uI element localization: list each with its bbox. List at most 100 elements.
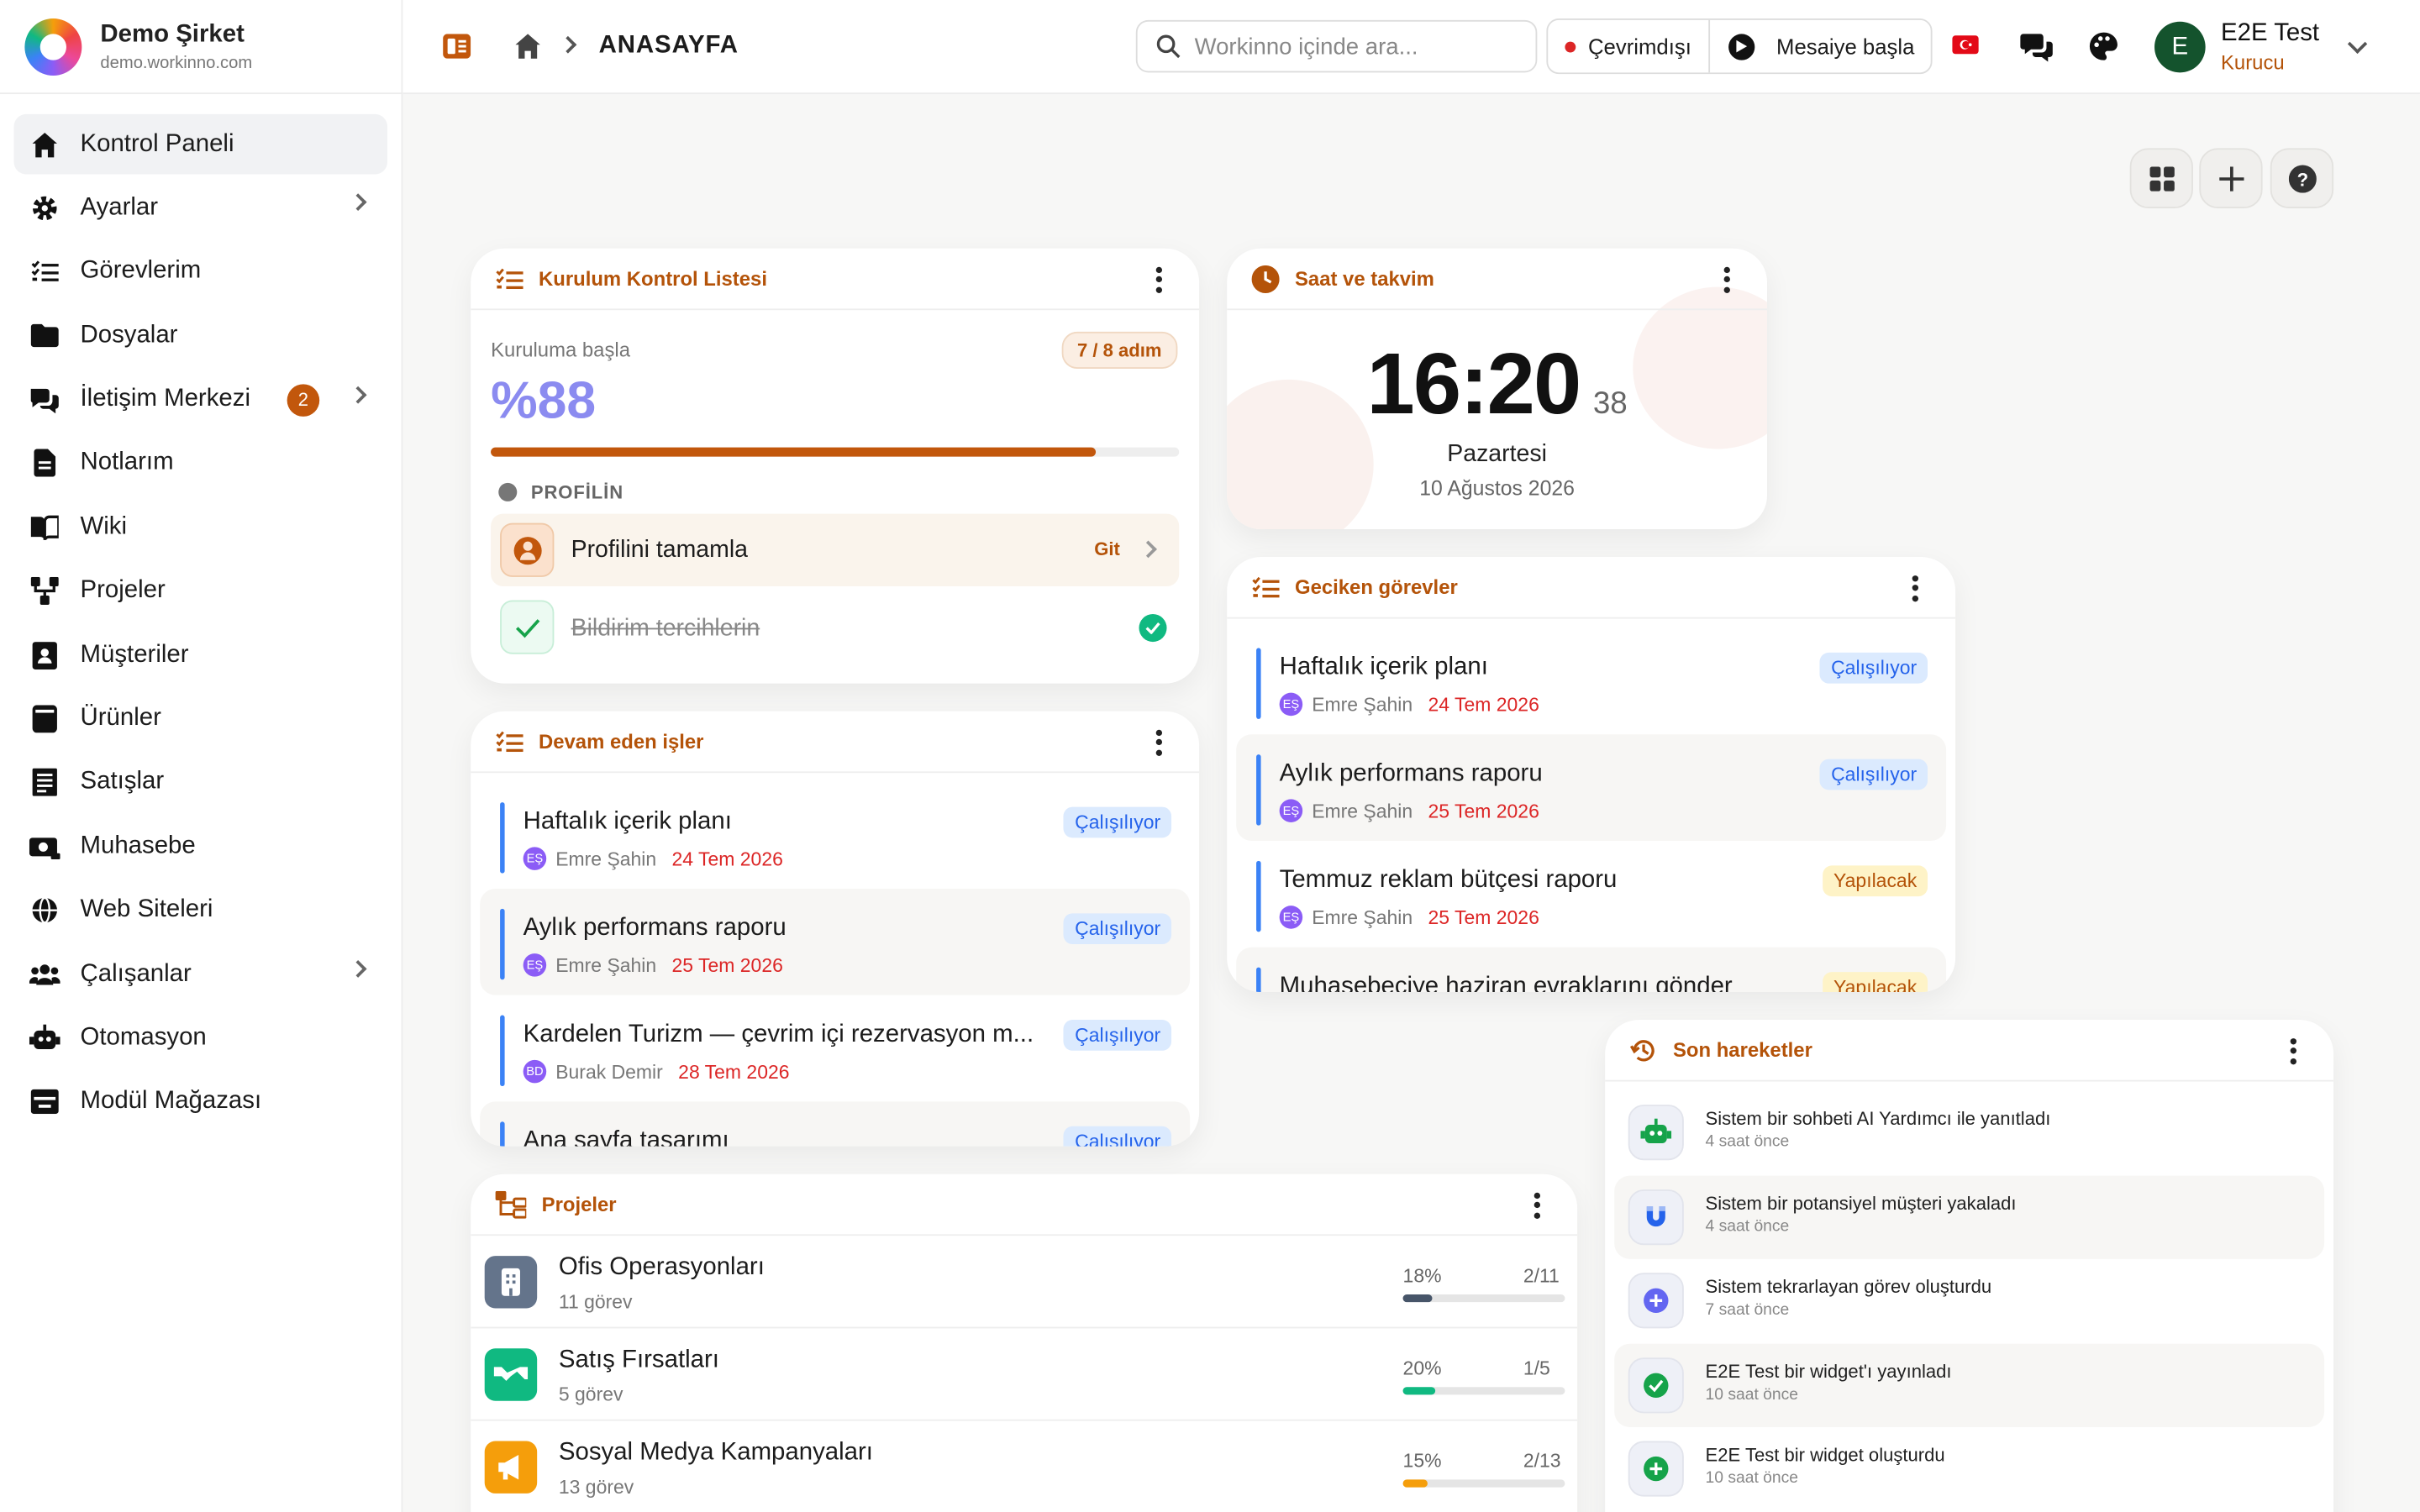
- sidebar-item-label: Web Siteleri: [80, 896, 213, 923]
- sidebar-item-otomasyon[interactable]: Otomasyon: [14, 1008, 387, 1068]
- due-date: 25 Tem 2026: [1428, 906, 1539, 928]
- company-logo: [24, 18, 82, 76]
- palette-icon[interactable]: [2088, 31, 2119, 70]
- note-icon: [29, 448, 60, 479]
- play-icon: [1728, 33, 1755, 60]
- activity-item[interactable]: Sistem bir sohbeti AI Yardımcı ile yanıt…: [1614, 1091, 2324, 1175]
- date-text: 10 Ağustos 2026: [1419, 476, 1575, 501]
- go-link[interactable]: Git: [1094, 538, 1120, 560]
- task-indicator: [500, 908, 505, 980]
- status-group: Çevrimdışı Mesaiye başla: [1546, 18, 1933, 75]
- time-display: 16:20 38: [1227, 333, 1767, 433]
- activity-item[interactable]: Sistem bir potansiyel müşteri yakaladı 4 …: [1614, 1174, 2325, 1259]
- help-button[interactable]: ?: [2270, 148, 2334, 208]
- sidebar-item-wiki[interactable]: Wiki: [14, 497, 387, 558]
- sidebar-item-label: Wiki: [80, 513, 128, 540]
- more-vertical-icon[interactable]: [1723, 266, 1730, 297]
- sidebar-item-görevlerim[interactable]: Görevlerim: [14, 242, 387, 302]
- sidebar-item-web-siteleri[interactable]: Web Siteleri: [14, 880, 387, 941]
- checklist-icon: [496, 267, 523, 290]
- sidebar-item-kontrol-paneli[interactable]: Kontrol Paneli: [13, 113, 388, 175]
- sidebar-item-çalışanlar[interactable]: Çalışanlar: [14, 944, 387, 1005]
- sidebar-item-ürünler[interactable]: Ürünler: [14, 689, 387, 749]
- sidebar-item-satışlar[interactable]: Satışlar: [14, 753, 387, 813]
- activity-time: 10 saat önce: [1705, 1384, 1799, 1404]
- task-row[interactable]: Aylık performans raporu Çalışılıyor EŞ Emre…: [480, 888, 1191, 995]
- status-badge: Yapılacak: [1823, 972, 1928, 992]
- task-meta: EŞ Emre Şahin 25 Tem 2026: [1279, 799, 1539, 822]
- activity-item[interactable]: Sistem tekrarlayan görev oluşturdu 7 saat…: [1614, 1259, 2324, 1343]
- avatar: E: [2154, 21, 2206, 73]
- sidebar-item-muhasebe[interactable]: Muhasebe: [14, 816, 387, 877]
- task-row[interactable]: Kardelen Turizm — çevrim içi rezervasyon…: [480, 995, 1190, 1102]
- task-indicator: [1256, 860, 1261, 932]
- svg-text:?: ?: [2296, 168, 2307, 189]
- task-row[interactable]: Temmuz reklam bütçesi raporu Yapılacak EŞ E…: [1236, 841, 1946, 948]
- sidebar-item-müşteriler[interactable]: Müşteriler: [14, 625, 387, 685]
- due-date: 24 Tem 2026: [1428, 693, 1539, 716]
- add-widget-button[interactable]: [2199, 148, 2263, 208]
- sidebar-item-projeler[interactable]: Projeler: [14, 561, 387, 622]
- project-row[interactable]: Satış Fırsatları 5 görev 20% 1/5: [471, 1328, 1578, 1421]
- setup-checklist-card: Kurulum Kontrol Listesi Kuruluma başla 7…: [471, 248, 1200, 684]
- project-fraction: 1/5: [1523, 1357, 1550, 1380]
- sidebar-toggle-icon[interactable]: [443, 34, 471, 66]
- task-meta: EŞ Emre Şahin 25 Tem 2026: [523, 953, 783, 977]
- more-vertical-icon[interactable]: [1912, 575, 1919, 605]
- setup-start-label: Kuruluma başla: [491, 338, 630, 361]
- brand[interactable]: Demo Şirket demo.workinno.com: [0, 0, 402, 95]
- setup-percent: %88: [491, 371, 597, 431]
- card-title: Saat ve takvim: [1294, 266, 1434, 291]
- more-vertical-icon[interactable]: [1534, 1192, 1541, 1222]
- project-percent: 20%: [1402, 1357, 1442, 1380]
- task-indicator: [1256, 967, 1261, 992]
- project-fraction: 2/11: [1523, 1265, 1560, 1287]
- more-vertical-icon[interactable]: [2290, 1038, 2297, 1068]
- card-header: Kurulum Kontrol Listesi: [471, 249, 1200, 311]
- task-row[interactable]: Haftalık içerik planı Çalışılıyor EŞ Emre Ş…: [1236, 628, 1946, 735]
- task-row[interactable]: Muhasebeciye haziran evraklarını gönder Y…: [1236, 947, 1947, 992]
- activity-time: 4 saat önce: [1705, 1216, 1790, 1236]
- card-title: Devam eden işler: [539, 729, 704, 753]
- activity-item[interactable]: E2E Test bir widget'ı yayınladı 10 saat ö…: [1614, 1342, 2325, 1427]
- user-menu[interactable]: E E2E Test Kurucu: [2154, 20, 2367, 74]
- turkish-flag-icon[interactable]: [1952, 35, 1979, 55]
- project-row[interactable]: Ofis Operasyonları 11 görev 18% 2/11: [471, 1236, 1578, 1329]
- task-row[interactable]: Ana sayfa tasarımı Çalışılıyor: [480, 1101, 1191, 1147]
- more-vertical-icon[interactable]: [1155, 266, 1163, 297]
- task-row[interactable]: Aylık performans raporu Çalışılıyor EŞ Emre…: [1236, 734, 1947, 842]
- book-icon: [29, 512, 60, 543]
- contact-icon: [29, 640, 60, 671]
- recent-activity-card: Son hareketler Sistem bir sohbeti AI Yar…: [1605, 1020, 2334, 1512]
- sidebar-item-ayarlar[interactable]: Ayarlar: [14, 178, 387, 239]
- sidebar-item-modül-mağazası[interactable]: Modül Mağazası: [14, 1072, 387, 1132]
- due-date: 28 Tem 2026: [678, 1060, 790, 1083]
- widgets-grid-button[interactable]: [2129, 148, 2193, 208]
- home-icon[interactable]: [514, 33, 542, 68]
- sidebar-item-label: İletişim Merkezi: [80, 386, 250, 412]
- ongoing-tasks-card: Devam eden işler Haftalık içerik planı Ça…: [471, 711, 1200, 1147]
- status-badge: Çalışılıyor: [1064, 806, 1172, 838]
- sidebar-item-i-letişim-merkezi[interactable]: İletişim Merkezi 2: [14, 370, 387, 430]
- activity-text: Sistem bir sohbeti AI Yardımcı ile yanıt…: [1705, 1107, 2051, 1130]
- project-row[interactable]: Sosyal Medya Kampanyaları 13 görev 15% 2/13: [471, 1421, 1578, 1512]
- activity-item[interactable]: E2E Test bir widget oluşturdu 10 saat önc…: [1614, 1427, 2324, 1511]
- task-indicator: [500, 1015, 505, 1087]
- task-row[interactable]: Haftalık içerik planı Çalışılıyor EŞ Emre Ş…: [480, 782, 1190, 889]
- more-vertical-icon[interactable]: [1155, 729, 1163, 759]
- help-chat-icon[interactable]: [2020, 31, 2054, 70]
- robot-icon: [29, 1023, 60, 1054]
- breadcrumb: ANASAYFA: [598, 32, 739, 59]
- notification-prefs-item[interactable]: Bildirim tercihlerin: [491, 592, 1179, 663]
- status-button[interactable]: Çevrimdışı: [1548, 19, 1711, 73]
- status-badge: Çalışılıyor: [1820, 652, 1928, 684]
- sidebar-item-dosyalar[interactable]: Dosyalar: [14, 306, 387, 366]
- search-input[interactable]: Workinno içinde ara...: [1135, 19, 1538, 73]
- project-progress-track: [1402, 1387, 1565, 1395]
- complete-profile-item[interactable]: Profilini tamamla Git: [491, 513, 1180, 586]
- start-shift-button[interactable]: Mesaiye başla: [1710, 20, 1914, 72]
- sidebar-item-notlarım[interactable]: Notlarım: [14, 433, 387, 494]
- megaphone-icon: [484, 1441, 538, 1494]
- sidebar-item-label: Notlarım: [80, 449, 174, 476]
- overdue-tasks-card: Geciken görevler Haftalık içerik planı Ça…: [1227, 557, 1956, 992]
